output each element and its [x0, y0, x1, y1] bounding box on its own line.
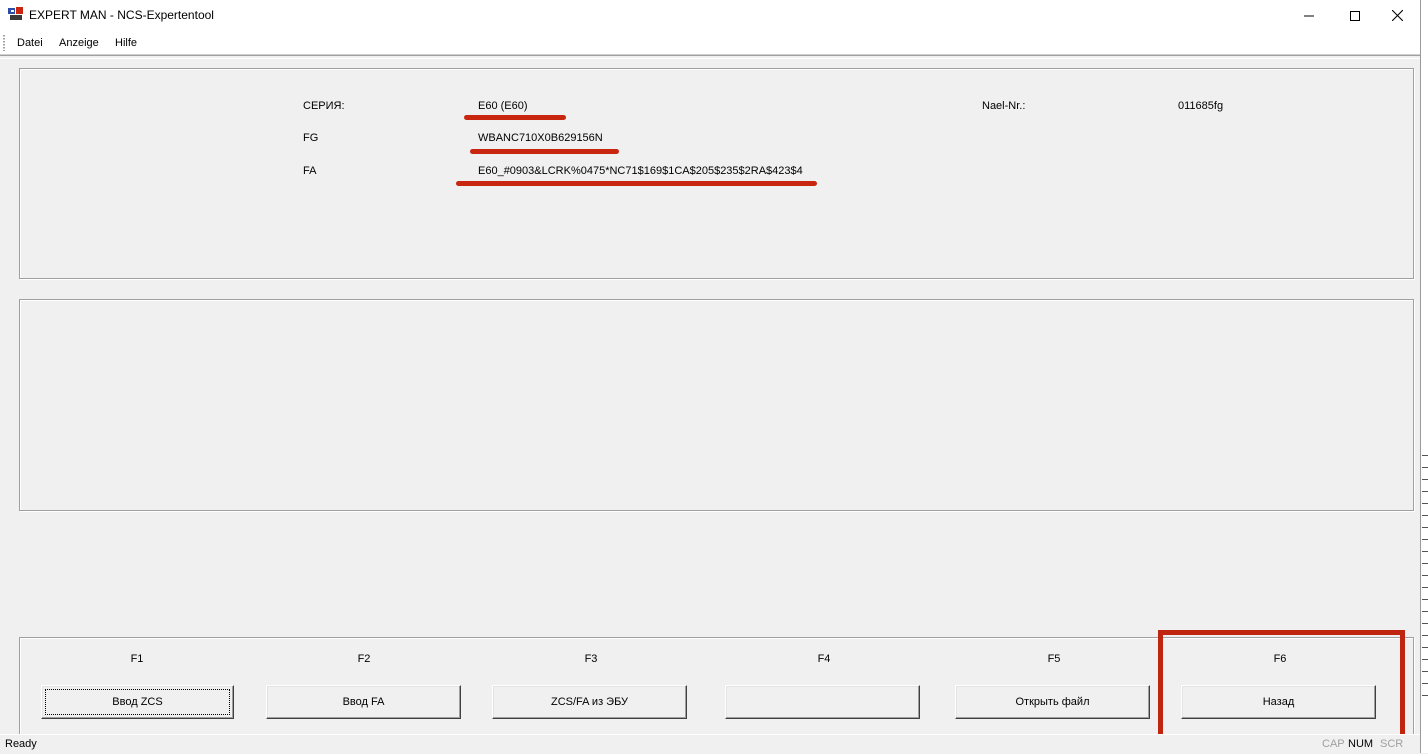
client-divider [0, 55, 1420, 59]
maximize-icon [1350, 10, 1360, 21]
fg-annotation-underline [470, 149, 619, 154]
f6-annotation-box [1158, 630, 1405, 749]
background-window-edge [1421, 0, 1428, 753]
menu-anzeige[interactable]: Anzeige [59, 37, 99, 49]
vehicle-info-panel: СЕРИЯ: E60 (E60) FG WBANC710X0B629156N F… [19, 68, 1414, 279]
output-panel [19, 299, 1414, 511]
title-bar[interactable]: EXPERT MAN - NCS-Expertentool [0, 0, 1420, 31]
menu-datei[interactable]: Datei [17, 37, 43, 49]
status-bar: Ready CAP NUM SCR [0, 734, 1420, 754]
series-annotation-underline [464, 115, 566, 120]
caps-lock-indicator: CAP [1322, 738, 1345, 750]
f2-enter-fa-button[interactable]: Ввод FA [266, 685, 461, 719]
series-value: E60 (E60) [478, 100, 528, 112]
f1-label: F1 [130, 653, 144, 665]
status-text: Ready [5, 738, 37, 750]
f3-label: F3 [584, 653, 598, 665]
f4-label: F4 [817, 653, 831, 665]
menu-bar: Datei Anzeige Hilfe [0, 31, 1420, 55]
fa-value: E60_#0903&LCRK%0475*NC71$169$1CA$205$235… [478, 165, 803, 177]
minimize-button[interactable] [1286, 0, 1332, 31]
nael-value: 011685fg [1178, 100, 1224, 112]
app-window: EXPERT MAN - NCS-Expertentool Datei Anze… [0, 0, 1421, 754]
menu-hilfe[interactable]: Hilfe [115, 37, 137, 49]
fg-value: WBANC710X0B629156N [478, 132, 603, 144]
window-title: EXPERT MAN - NCS-Expertentool [29, 8, 214, 22]
close-button[interactable] [1374, 0, 1420, 31]
f1-enter-zcs-button[interactable]: Ввод ZCS [41, 685, 234, 719]
f5-open-file-button[interactable]: Открыть файл [955, 685, 1150, 719]
nael-label: Nael-Nr.: [982, 100, 1026, 112]
fa-label: FA [303, 165, 317, 177]
f2-label: F2 [357, 653, 371, 665]
series-label: СЕРИЯ: [303, 100, 345, 112]
close-icon [1391, 10, 1403, 21]
menu-grip [3, 35, 5, 51]
f4-button[interactable] [725, 685, 920, 719]
fg-label: FG [303, 132, 319, 144]
minimize-icon [1304, 15, 1314, 16]
f3-zcs-fa-from-ecu-button[interactable]: ZCS/FA из ЭБУ [492, 685, 687, 719]
num-lock-indicator: NUM [1348, 738, 1374, 750]
app-logo-icon [8, 7, 23, 20]
scroll-lock-indicator: SCR [1380, 738, 1404, 750]
fa-annotation-underline [456, 181, 817, 186]
maximize-button[interactable] [1332, 0, 1378, 31]
f5-label: F5 [1047, 653, 1061, 665]
